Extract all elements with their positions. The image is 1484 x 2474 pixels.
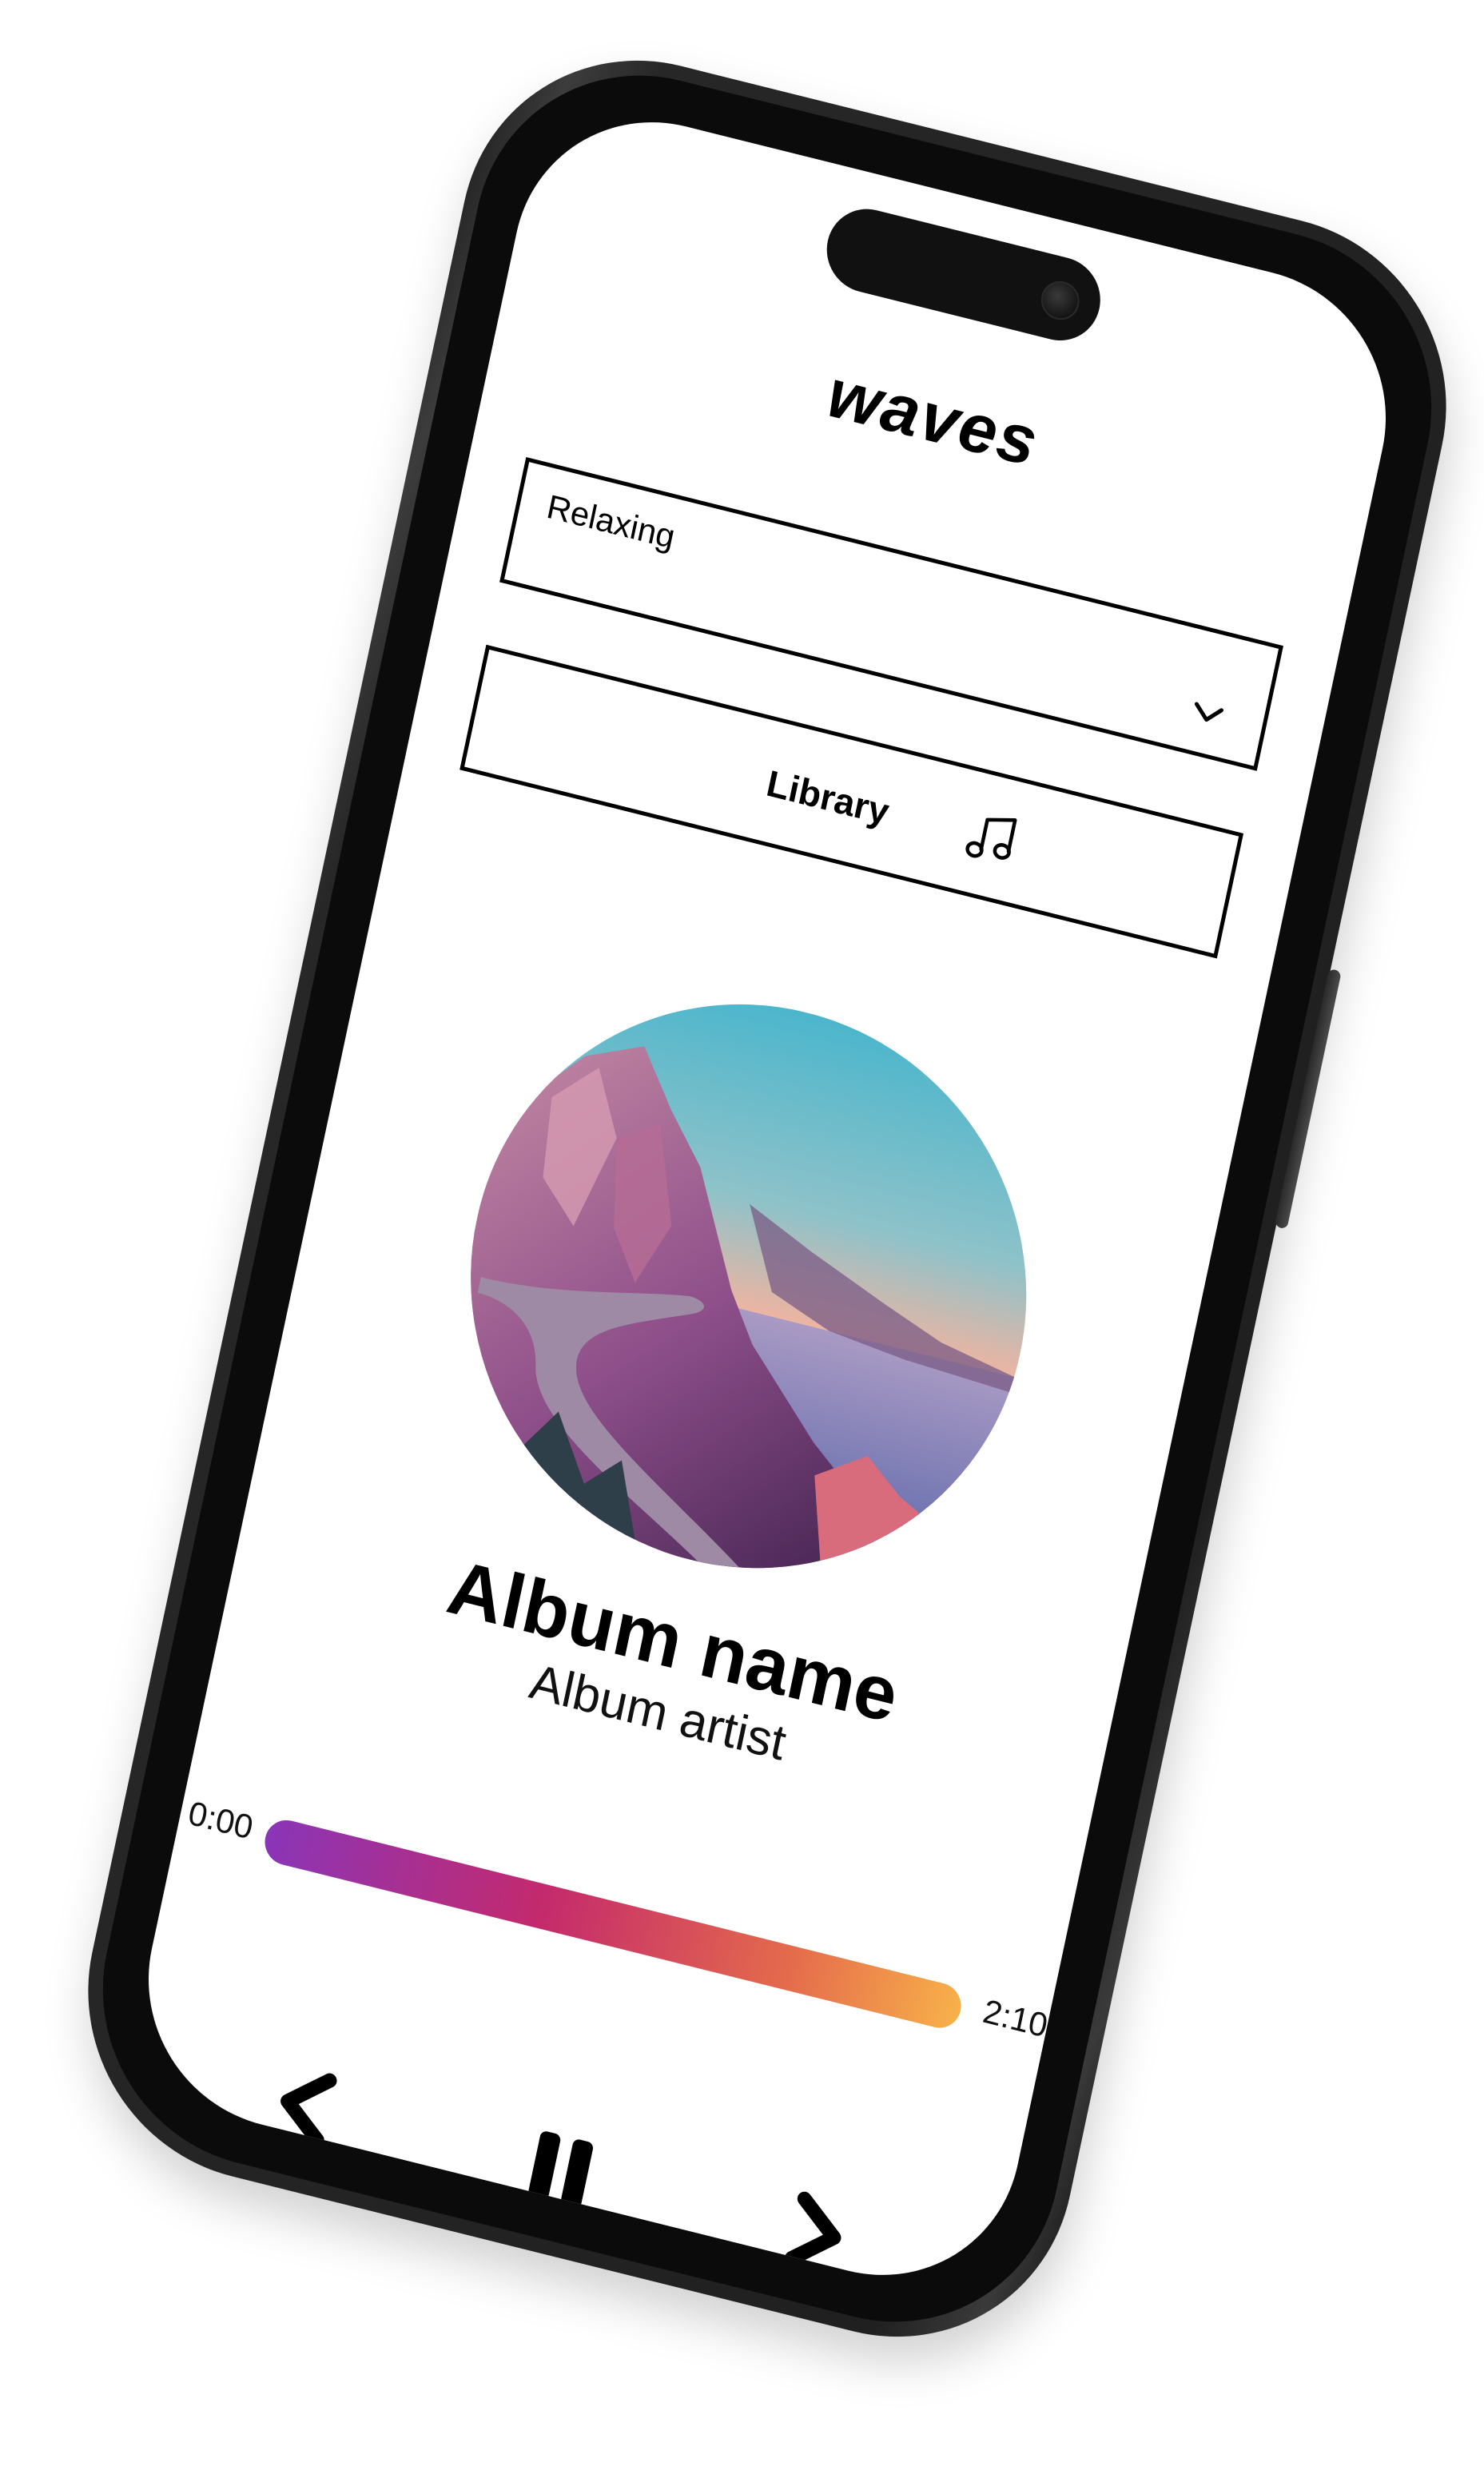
album-art [419,945,1079,1628]
elapsed-time: 0:00 [185,1793,257,1847]
next-button[interactable] [758,2174,871,2291]
total-time: 2:10 [980,1991,1052,2045]
music-player-app: waves Relaxing Library Album name Album … [122,92,1413,2305]
next-icon [785,2191,841,2266]
phone-screen: waves Relaxing Library Album name Album … [121,91,1413,2306]
album-art-illustration [419,945,1079,1628]
mood-dropdown-value: Relaxing [543,487,678,556]
music-note-icon [965,817,1017,860]
progress-bar[interactable] [261,1815,965,2033]
pause-button[interactable] [504,2111,617,2228]
pause-icon [528,2131,594,2208]
previous-icon [280,2073,337,2148]
chevron-down-icon [1194,702,1223,722]
phone-device: waves Relaxing Library Album name Album … [54,21,1481,2377]
phone-bezel: waves Relaxing Library Album name Album … [70,38,1464,2359]
previous-button[interactable] [250,2047,363,2164]
progress-fill [261,1815,965,2033]
product-mockup: waves Relaxing Library Album name Album … [0,0,1484,2474]
